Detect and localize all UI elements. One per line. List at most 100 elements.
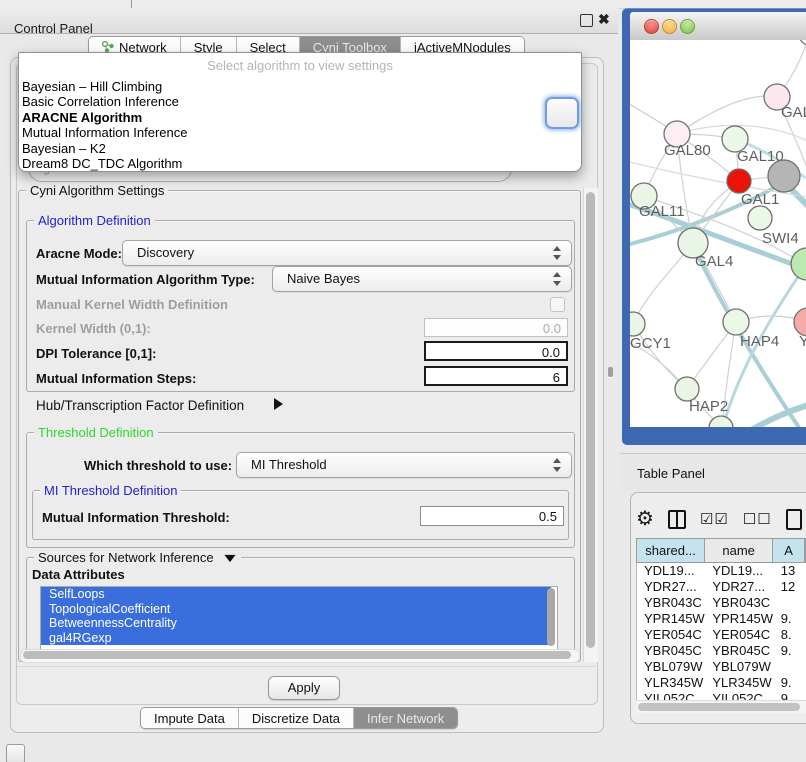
table-row[interactable]: YBL079WYBL079W (637, 659, 806, 675)
gear-icon[interactable]: ⚙ (636, 504, 654, 534)
data-attributes-list[interactable]: SelfLoopsTopologicalCoefficientBetweenne… (40, 586, 558, 650)
collapse-arrow-icon[interactable] (225, 555, 236, 562)
table-cell: YPR145W (705, 611, 773, 627)
expand-arrow-icon[interactable] (274, 398, 283, 410)
network-node-gcy1[interactable] (630, 312, 645, 336)
data-attribute-item[interactable]: SelfLoops (41, 587, 551, 602)
mi-type-combobox[interactable]: Naive Bayes (272, 266, 572, 292)
algorithm-option[interactable]: Mutual Information Inference (22, 125, 581, 140)
close-icon[interactable]: ✖ (598, 11, 610, 28)
network-window-titlebar[interactable] (630, 12, 806, 41)
table-cell: YBR045C (637, 643, 705, 659)
which-threshold-combobox[interactable]: MI Threshold (236, 452, 572, 478)
deselect-all-checks-icon[interactable]: ☐☐ (743, 510, 772, 528)
window-zoom-icon[interactable] (680, 19, 695, 34)
table-cell: 9. (774, 611, 806, 627)
window-close-icon[interactable] (644, 19, 659, 34)
hub-definition-label: Hub/Transcription Factor Definition (36, 398, 244, 413)
column-header-shared...[interactable]: shared... (637, 539, 705, 562)
columns-icon[interactable] (668, 510, 686, 529)
column-header-A[interactable]: A (773, 539, 805, 562)
vertical-scrollbar[interactable] (583, 188, 598, 662)
algorithm-combobox-button[interactable] (545, 97, 579, 129)
table-cell: 9. (774, 675, 806, 691)
cyni-algorithm-settings-title: Cyni Algorithm Settings (26, 183, 168, 198)
node-table: shared...nameA YDL19...YDL19...13YDR27..… (636, 538, 806, 707)
algorithm-option[interactable]: Basic Correlation Inference (22, 94, 581, 109)
tab-impute-data[interactable]: Impute Data (141, 708, 239, 728)
network-node-hap4[interactable] (723, 309, 749, 335)
column-header-name[interactable]: name (705, 539, 773, 562)
new-table-icon[interactable] (786, 509, 802, 530)
algorithm-option[interactable]: Bayesian – Hill Climbing (22, 79, 581, 94)
aracne-mode-combobox[interactable]: Discovery (122, 240, 572, 266)
window-minimize-icon[interactable] (662, 19, 677, 34)
network-edge[interactable] (790, 188, 806, 216)
table-cell: 9. (774, 643, 806, 659)
tab-label: Discretize Data (252, 711, 340, 726)
network-node-y[interactable] (794, 308, 806, 336)
table-horizontal-scrollbar[interactable] (636, 700, 806, 713)
data-attribute-item[interactable]: gal4RGexp (41, 631, 551, 646)
algorithm-option[interactable]: Bayesian – K2 (22, 141, 581, 156)
table-row[interactable]: YBR045CYBR045C9. (637, 643, 806, 659)
table-cell: YLR345W (705, 675, 773, 691)
algorithm-dropdown-items: Bayesian – Hill ClimbingBasic Correlatio… (19, 73, 581, 171)
top-seam-divider (131, 0, 132, 8)
kernel-width-label: Kernel Width (0,1): (36, 321, 151, 336)
mi-steps-field[interactable]: 6 (424, 366, 568, 386)
table-cell: YER054C (705, 627, 773, 643)
data-attribute-item[interactable]: BetweennessCentrality (41, 616, 551, 631)
node-label: HAP4 (740, 333, 779, 350)
split-divider-grip[interactable] (608, 367, 613, 377)
float-panel-icon[interactable] (580, 14, 593, 27)
table-toolbar: ⚙ ☑☑ ☐☐ (636, 503, 806, 535)
table-header-row: shared...nameA (636, 538, 806, 563)
network-node-swi4[interactable] (748, 206, 772, 230)
kernel-width-field[interactable]: 0.0 (424, 318, 568, 337)
table-cell: YDR27... (637, 579, 705, 595)
table-cell: YBL079W (637, 659, 705, 675)
mi-threshold-field[interactable]: 0.5 (420, 506, 564, 526)
table-cell: YBR043C (637, 595, 705, 611)
table-row[interactable]: YLR345WYLR345W9. (637, 675, 806, 691)
dpi-tolerance-field[interactable]: 0.0 (424, 341, 568, 361)
separator (17, 666, 595, 667)
table-row[interactable]: YBR043CYBR043C (637, 595, 806, 611)
tab-label: Infer Network (367, 711, 444, 726)
mi-threshold-label: Mutual Information Threshold: (42, 510, 230, 525)
table-row[interactable]: YER054CYER054C8. (637, 627, 806, 643)
network-node[interactable] (768, 160, 800, 192)
horizontal-scrollbar-thumb[interactable] (23, 651, 571, 659)
table-row[interactable]: YDL19...YDL19...13 (637, 563, 806, 579)
tab-discretize-data[interactable]: Discretize Data (239, 708, 354, 728)
spinner-arrows-icon (553, 272, 561, 286)
aracne-mode-value: Discovery (137, 245, 194, 260)
algorithm-option[interactable]: Dream8 DC_TDC Algorithm (22, 156, 581, 171)
data-attribute-item[interactable]: TopologicalCoefficient (41, 602, 551, 617)
manual-kernel-checkbox[interactable] (550, 297, 565, 312)
table-row[interactable]: YPR145WYPR145W9. (637, 611, 806, 627)
apply-button[interactable]: Apply (268, 676, 340, 700)
node-label: GAL80 (664, 142, 711, 159)
node-label: GCY1 (630, 335, 671, 352)
network-edge[interactable] (633, 324, 687, 389)
network-node-gal1[interactable] (727, 169, 751, 193)
network-node[interactable] (798, 40, 806, 46)
table-body: YDL19...YDL19...13YDR27...YDR27...12YBR0… (636, 563, 806, 707)
docked-panel-icon[interactable] (6, 744, 25, 762)
table-row[interactable]: YDR27...YDR27...12 (637, 579, 806, 595)
network-node[interactable] (791, 248, 806, 280)
tab-infer-network[interactable]: Infer Network (354, 708, 457, 728)
spinner-arrows-icon (553, 246, 561, 260)
select-all-checks-icon[interactable]: ☑☑ (700, 510, 729, 528)
list-scrollbar[interactable] (547, 588, 555, 646)
network-canvas[interactable]: GALGAL80GAL10GAL1GAL11SWI4GAL4GCY1HAP4YH… (630, 40, 806, 427)
table-scrollbar-thumb[interactable] (638, 703, 800, 711)
cyni-bottom-tab-bar: Impute Data Discretize Data Infer Network (140, 707, 458, 729)
horizontal-scrollbar[interactable] (20, 649, 580, 663)
node-label: GAL (781, 104, 806, 121)
vertical-scrollbar-thumb[interactable] (586, 192, 595, 648)
algorithm-option[interactable]: ARACNE Algorithm (22, 110, 581, 125)
table-cell: YBR043C (705, 595, 773, 611)
